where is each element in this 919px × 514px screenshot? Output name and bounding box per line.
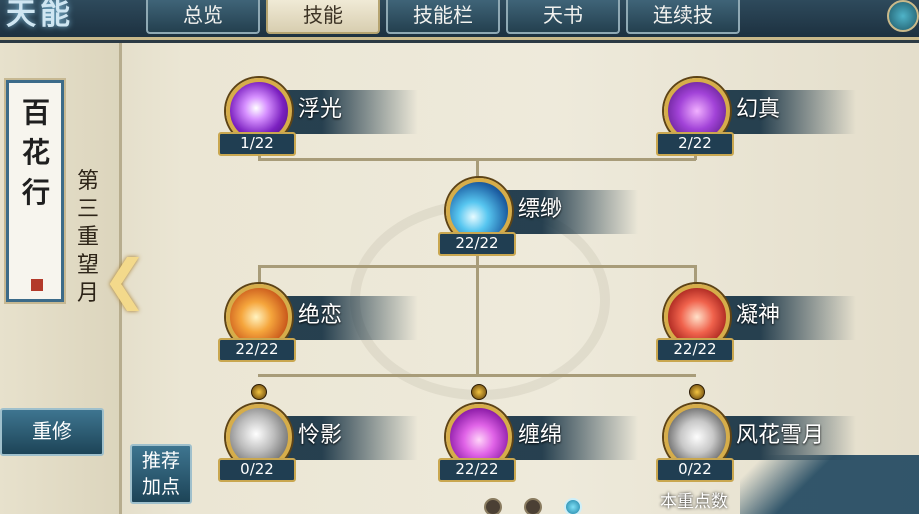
recommend-points-button[interactable]: 推荐 加点 xyxy=(130,444,192,504)
skill-name: 怜影 xyxy=(298,423,343,448)
skill-node-fenghuaxueyue[interactable]: 风花雪月 0/22 xyxy=(656,384,856,482)
tree-connector xyxy=(258,265,696,268)
skill-node-chanmian[interactable]: 缠绵 22/22 xyxy=(438,384,638,482)
skill-name: 缥缈 xyxy=(518,197,563,222)
page-dot-3[interactable] xyxy=(564,498,582,514)
skill-name: 缠绵 xyxy=(518,423,563,448)
lock-pin-icon xyxy=(689,384,705,400)
skill-level: 1/22 xyxy=(218,132,296,156)
page-dot-2[interactable] xyxy=(524,498,542,514)
tree-connector xyxy=(476,256,479,376)
tree-connector xyxy=(258,374,696,377)
skill-node-ningshen[interactable]: 凝神 22/22 xyxy=(656,284,856,362)
skill-level: 0/22 xyxy=(218,458,296,482)
skill-node-fuguang[interactable]: 浮光 1/22 xyxy=(218,78,418,156)
skill-node-piaomiao[interactable]: 缥缈 22/22 xyxy=(438,178,638,256)
skill-level: 2/22 xyxy=(656,132,734,156)
tree-connector xyxy=(258,265,261,285)
tab-skill-bar[interactable]: 技能栏 xyxy=(386,0,500,34)
skill-level: 0/22 xyxy=(656,458,734,482)
tab-skills[interactable]: 技能 xyxy=(266,0,380,34)
skill-level: 22/22 xyxy=(438,232,516,256)
lock-pin-icon xyxy=(251,384,267,400)
tab-combo[interactable]: 连续技 xyxy=(626,0,740,34)
skill-node-huanzhen[interactable]: 幻真 2/22 xyxy=(656,78,856,156)
skill-name: 浮光 xyxy=(298,97,343,122)
skill-node-juelian[interactable]: 绝恋 22/22 xyxy=(218,284,418,362)
game-logo: 天能 xyxy=(6,0,74,32)
skill-node-lianying[interactable]: 怜影 0/22 xyxy=(218,384,418,482)
tier-title: 第三重望月 xyxy=(76,169,99,306)
chevron-left-icon[interactable]: ❮ xyxy=(102,250,147,310)
close-button[interactable] xyxy=(887,0,919,32)
skill-name: 凝神 xyxy=(736,303,781,328)
school-name: 百花行 xyxy=(22,96,51,209)
tree-connector xyxy=(694,265,697,285)
red-seal-icon xyxy=(31,279,43,291)
skill-name: 风花雪月 xyxy=(736,423,825,448)
skill-level: 22/22 xyxy=(218,338,296,362)
skill-name: 幻真 xyxy=(736,97,781,122)
recommend-label-2: 加点 xyxy=(141,476,180,498)
tab-overview[interactable]: 总览 xyxy=(146,0,260,34)
tab-heavenly-book[interactable]: 天书 xyxy=(506,0,620,34)
skill-name: 绝恋 xyxy=(298,303,343,328)
reset-button-label: 重修 xyxy=(32,419,72,443)
recommend-label-1: 推荐 xyxy=(141,450,180,472)
reset-button[interactable]: 重修 xyxy=(0,408,104,456)
school-scroll-card: 百花行 xyxy=(4,78,66,304)
lock-pin-icon xyxy=(471,384,487,400)
skill-level: 22/22 xyxy=(656,338,734,362)
skill-level: 22/22 xyxy=(438,458,516,482)
points-label: 本重点数 xyxy=(660,492,728,512)
page-dot-1[interactable] xyxy=(484,498,502,514)
